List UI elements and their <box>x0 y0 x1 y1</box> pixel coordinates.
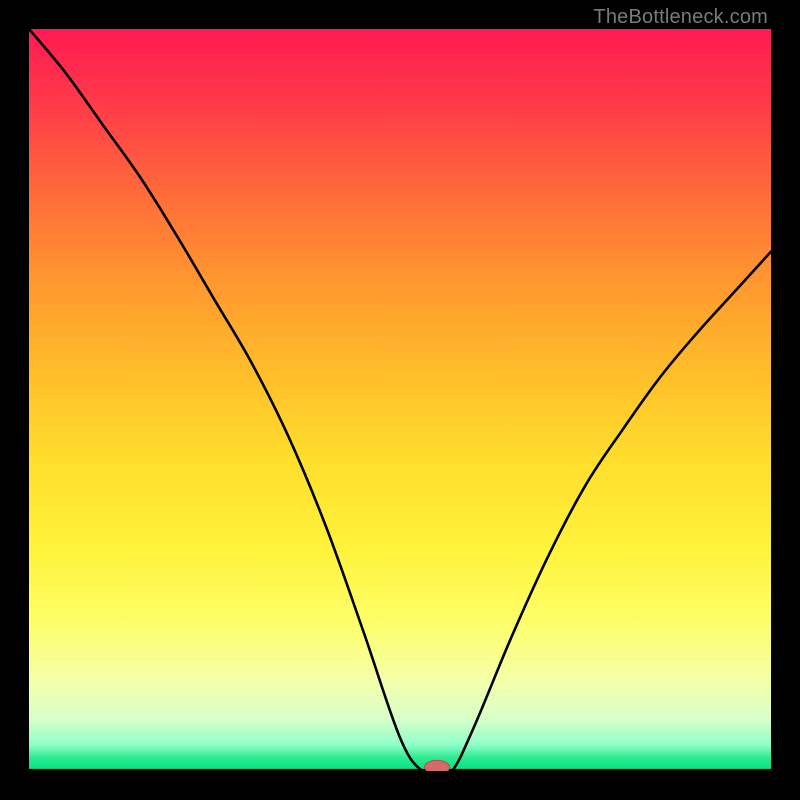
min-marker <box>424 760 449 771</box>
plot-area <box>29 29 771 771</box>
watermark-text: TheBottleneck.com <box>593 6 768 29</box>
chart-frame: TheBottleneck.com <box>0 0 800 800</box>
bottleneck-curve <box>29 29 771 771</box>
curve-svg <box>29 29 771 771</box>
